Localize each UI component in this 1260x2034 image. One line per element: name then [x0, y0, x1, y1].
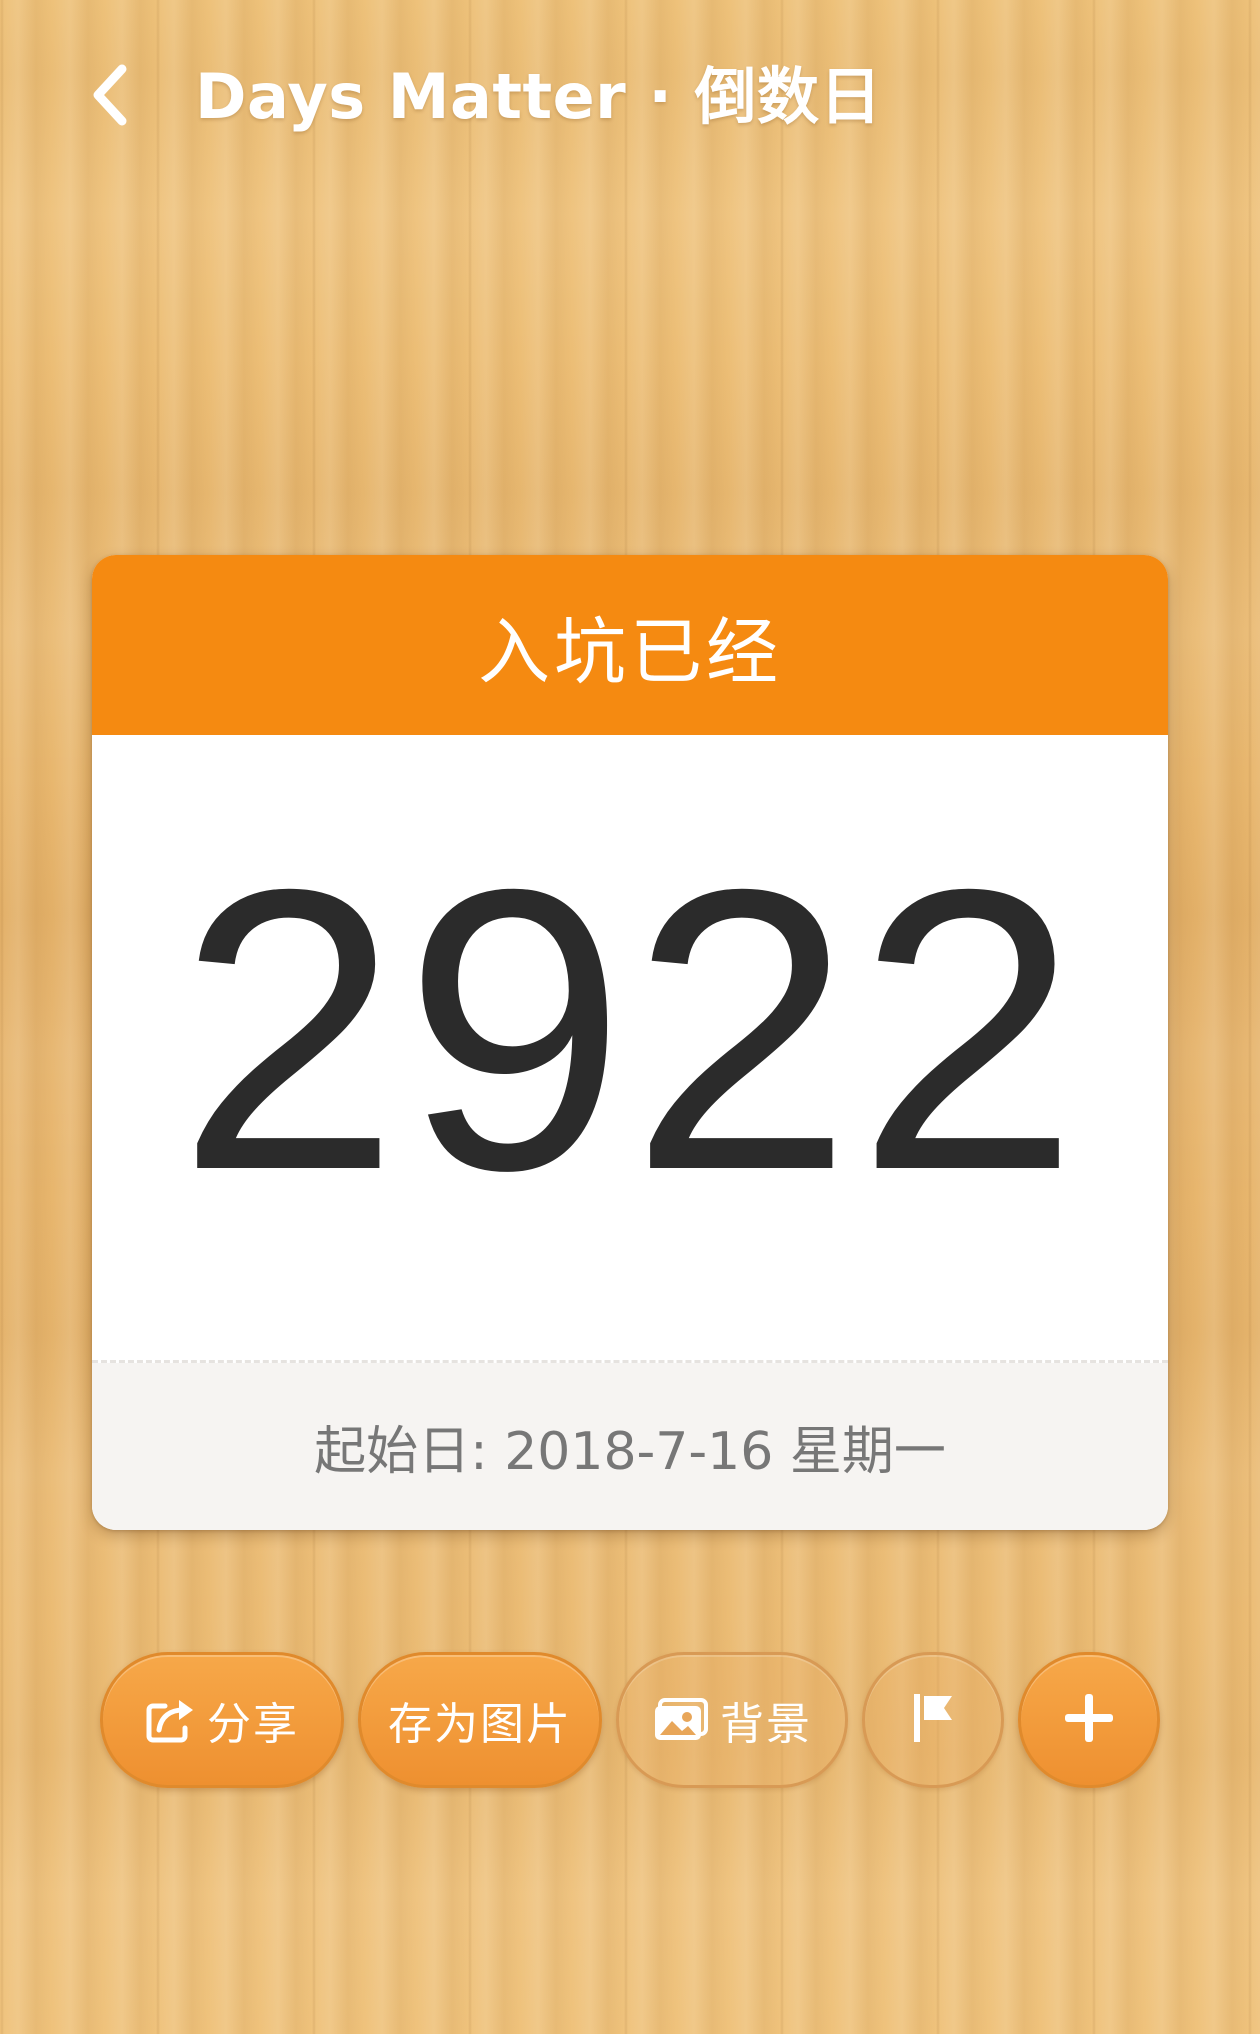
chevron-left-icon: [90, 63, 130, 131]
card-footer: 起始日: 2018-7-16 星期一: [92, 1363, 1168, 1530]
background-button[interactable]: 背景: [616, 1652, 848, 1788]
save-image-label: 存为图片: [388, 1699, 572, 1750]
flag-button[interactable]: [862, 1652, 1004, 1788]
card-header: 入坑已经: [92, 555, 1168, 735]
header: Days Matter · 倒数日: [0, 0, 1260, 190]
background-label: 背景: [720, 1699, 812, 1750]
card-title: 入坑已经: [477, 609, 782, 694]
image-icon: [652, 1697, 710, 1743]
share-label: 分享: [207, 1699, 299, 1750]
countdown-card[interactable]: 入坑已经 2922 起始日: 2018-7-16 星期一: [92, 555, 1168, 1530]
days-count: 2922: [177, 806, 1083, 1253]
back-button[interactable]: [70, 52, 150, 142]
share-icon: [145, 1696, 197, 1744]
page-title: Days Matter · 倒数日: [195, 60, 882, 133]
add-button[interactable]: [1018, 1652, 1160, 1788]
start-date: 起始日: 2018-7-16 星期一: [314, 1422, 946, 1482]
flag-icon: [908, 1690, 958, 1750]
save-image-button[interactable]: 存为图片: [358, 1652, 602, 1788]
plus-icon: [1061, 1690, 1117, 1750]
action-bar: 分享 存为图片 背景: [0, 1652, 1260, 1792]
share-button[interactable]: 分享: [100, 1652, 344, 1788]
